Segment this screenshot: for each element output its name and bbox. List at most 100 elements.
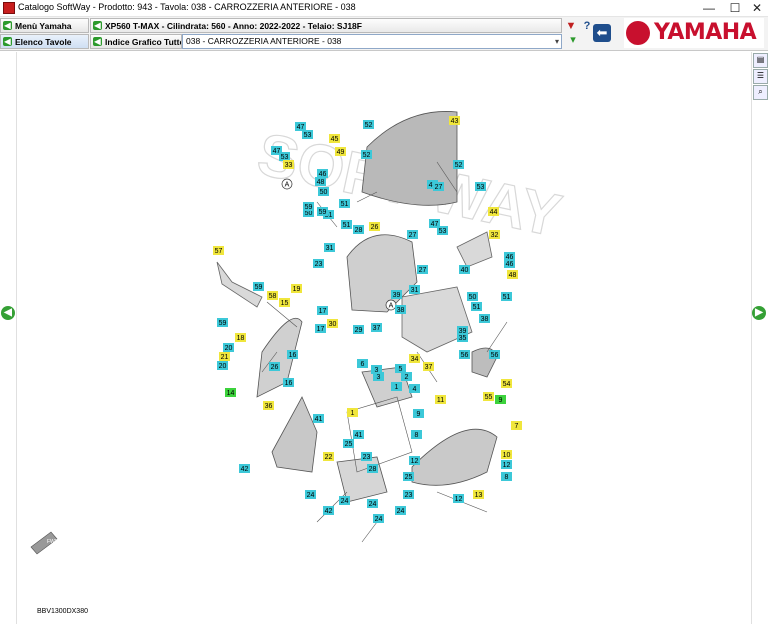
callout-53[interactable]: 53 bbox=[475, 182, 486, 191]
callout-43[interactable]: 43 bbox=[449, 116, 460, 125]
callout-53[interactable]: 53 bbox=[302, 130, 313, 139]
callout-5[interactable]: 5 bbox=[395, 364, 406, 373]
callout-27[interactable]: 27 bbox=[417, 265, 428, 274]
callout-13[interactable]: 13 bbox=[473, 490, 484, 499]
callout-56[interactable]: 56 bbox=[459, 350, 470, 359]
callout-52[interactable]: 52 bbox=[361, 150, 372, 159]
callout-26[interactable]: 26 bbox=[269, 362, 280, 371]
callout-7[interactable]: 7 bbox=[511, 421, 522, 430]
callout-39[interactable]: 39 bbox=[391, 290, 402, 299]
callout-46[interactable]: 46 bbox=[504, 259, 515, 268]
callout-25[interactable]: 25 bbox=[403, 472, 414, 481]
zoom-icon[interactable]: ⌕ bbox=[753, 85, 768, 100]
callout-12[interactable]: 12 bbox=[453, 494, 464, 503]
callout-33[interactable]: 33 bbox=[283, 160, 294, 169]
callout-59[interactable]: 59 bbox=[217, 318, 228, 327]
callout-26[interactable]: 26 bbox=[369, 222, 380, 231]
callout-15[interactable]: 15 bbox=[279, 298, 290, 307]
callout-47[interactable]: 47 bbox=[295, 122, 306, 131]
callout-8[interactable]: 8 bbox=[411, 430, 422, 439]
callout-20[interactable]: 20 bbox=[223, 343, 234, 352]
callout-54[interactable]: 54 bbox=[501, 379, 512, 388]
callout-31[interactable]: 31 bbox=[324, 243, 335, 252]
indice-grafico-button[interactable]: ◀Indice Grafico Tutte le bbox=[90, 34, 182, 49]
close-button[interactable]: ✕ bbox=[742, 0, 768, 16]
callout-46[interactable]: 46 bbox=[317, 169, 328, 178]
callout-12[interactable]: 12 bbox=[501, 460, 512, 469]
callout-4[interactable]: 4 bbox=[409, 384, 420, 393]
callout-49[interactable]: 49 bbox=[335, 147, 346, 156]
callout-1[interactable]: 1 bbox=[391, 382, 402, 391]
chevron-down-icon[interactable]: ▾ bbox=[555, 35, 559, 48]
callout-45[interactable]: 45 bbox=[329, 134, 340, 143]
callout-24[interactable]: 24 bbox=[373, 514, 384, 523]
elenco-tavole-button[interactable]: ◀ Elenco Tavole bbox=[0, 34, 89, 49]
callout-9[interactable]: 9 bbox=[413, 409, 424, 418]
callout-24[interactable]: 24 bbox=[339, 496, 350, 505]
callout-50[interactable]: 50 bbox=[467, 292, 478, 301]
callout-23[interactable]: 23 bbox=[313, 259, 324, 268]
callout-24[interactable]: 24 bbox=[305, 490, 316, 499]
next-arrow-icon[interactable]: ▶ bbox=[752, 306, 766, 320]
callout-48[interactable]: 48 bbox=[315, 177, 326, 186]
callout-44[interactable]: 44 bbox=[488, 207, 499, 216]
callout-16[interactable]: 16 bbox=[287, 350, 298, 359]
callout-23[interactable]: 23 bbox=[403, 490, 414, 499]
callout-50[interactable]: 50 bbox=[318, 187, 329, 196]
callout-35[interactable]: 35 bbox=[457, 333, 468, 342]
callout-27[interactable]: 27 bbox=[433, 182, 444, 191]
menu-yamaha-button[interactable]: ◀ Menù Yamaha bbox=[0, 18, 89, 33]
prev-arrow-icon[interactable]: ◀ bbox=[1, 306, 15, 320]
callout-20[interactable]: 20 bbox=[217, 361, 228, 370]
callout-51[interactable]: 51 bbox=[341, 220, 352, 229]
callout-28[interactable]: 28 bbox=[367, 464, 378, 473]
callout-52[interactable]: 52 bbox=[363, 120, 374, 129]
callout-38[interactable]: 38 bbox=[479, 314, 490, 323]
callout-17[interactable]: 17 bbox=[315, 324, 326, 333]
callout-24[interactable]: 24 bbox=[395, 506, 406, 515]
table-select-combo[interactable]: 038 - CARROZZERIA ANTERIORE - 038 ▾ bbox=[182, 34, 562, 49]
callout-23[interactable]: 23 bbox=[361, 452, 372, 461]
callout-24[interactable]: 24 bbox=[367, 499, 378, 508]
callout-37[interactable]: 37 bbox=[371, 323, 382, 332]
callout-38[interactable]: 38 bbox=[395, 305, 406, 314]
callout-16[interactable]: 16 bbox=[283, 378, 294, 387]
callout-40[interactable]: 40 bbox=[459, 265, 470, 274]
callout-51[interactable]: 51 bbox=[501, 292, 512, 301]
callout-57[interactable]: 57 bbox=[213, 246, 224, 255]
callout-12[interactable]: 12 bbox=[409, 456, 420, 465]
callout-53[interactable]: 53 bbox=[437, 226, 448, 235]
callout-42[interactable]: 42 bbox=[239, 464, 250, 473]
callout-55[interactable]: 55 bbox=[483, 392, 494, 401]
callout-51[interactable]: 51 bbox=[339, 199, 350, 208]
callout-37[interactable]: 37 bbox=[423, 362, 434, 371]
print-icon[interactable]: ▤ bbox=[753, 53, 768, 68]
callout-14[interactable]: 14 bbox=[225, 388, 236, 397]
callout-1[interactable]: 1 bbox=[347, 408, 358, 417]
list-icon[interactable]: ☰ bbox=[753, 69, 768, 84]
back-arrow-icon[interactable]: ⬅ bbox=[593, 24, 611, 42]
callout-25[interactable]: 25 bbox=[343, 439, 354, 448]
callout-59[interactable]: 59 bbox=[253, 282, 264, 291]
callout-28[interactable]: 28 bbox=[353, 225, 364, 234]
callout-30[interactable]: 30 bbox=[327, 319, 338, 328]
callout-32[interactable]: 32 bbox=[489, 230, 500, 239]
callout-17[interactable]: 17 bbox=[317, 306, 328, 315]
callout-21[interactable]: 21 bbox=[219, 352, 230, 361]
callout-53[interactable]: 53 bbox=[279, 152, 290, 161]
callout-29[interactable]: 29 bbox=[353, 325, 364, 334]
callout-27[interactable]: 27 bbox=[407, 230, 418, 239]
callout-11[interactable]: 11 bbox=[435, 395, 446, 404]
callout-42[interactable]: 42 bbox=[323, 506, 334, 515]
callout-6[interactable]: 6 bbox=[357, 359, 368, 368]
callout-34[interactable]: 34 bbox=[409, 354, 420, 363]
callout-52[interactable]: 52 bbox=[453, 160, 464, 169]
callout-3[interactable]: 3 bbox=[373, 372, 384, 381]
callout-56[interactable]: 56 bbox=[489, 350, 500, 359]
callout-51[interactable]: 51 bbox=[471, 302, 482, 311]
callout-2[interactable]: 2 bbox=[401, 372, 412, 381]
callout-36[interactable]: 36 bbox=[263, 401, 274, 410]
callout-59[interactable]: 59 bbox=[317, 207, 328, 216]
filter-green-icon[interactable]: ▾ bbox=[564, 31, 582, 49]
callout-58[interactable]: 58 bbox=[267, 291, 278, 300]
